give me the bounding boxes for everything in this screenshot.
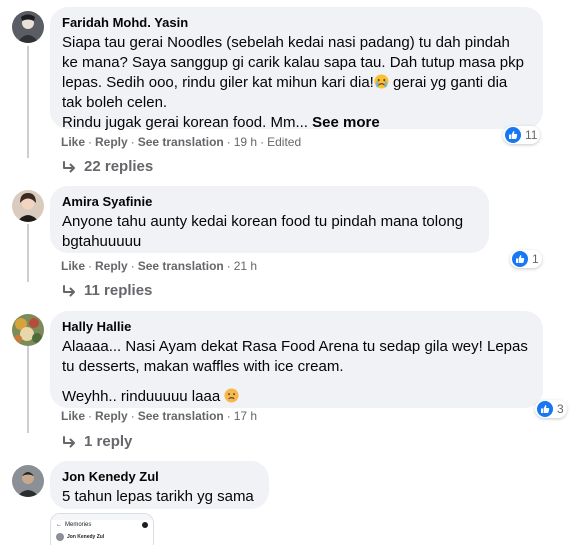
see-more-link[interactable]: See more	[312, 114, 380, 131]
reply-button[interactable]: Reply	[95, 259, 128, 273]
image-attachment[interactable]: ← Memories Jon Kenedy Zul	[50, 513, 154, 545]
comment-author[interactable]: Amira Syafinie	[62, 194, 477, 210]
comment-bubble: Jon Kenedy Zul 5 tahun lepas tarikh yg s…	[50, 461, 269, 509]
comment-actions: Like · Reply · See translation · 21 h	[61, 259, 258, 273]
reply-arrow-icon	[63, 436, 75, 448]
attachment-title: Memories	[65, 522, 92, 528]
comment-bubble: Hally Hallie Alaaaa... Nasi Ayam dekat R…	[50, 311, 543, 408]
like-button[interactable]: Like	[61, 409, 85, 423]
back-arrow-icon: ←	[56, 522, 62, 528]
view-replies-link[interactable]: 1 reply	[62, 432, 132, 452]
timestamp[interactable]: 21 h	[234, 259, 257, 273]
view-replies-link[interactable]: 22 replies	[62, 157, 153, 177]
sad-face-emoji	[224, 388, 239, 403]
comment-bubble: Faridah Mohd. Yasin Siapa tau gerai Nood…	[50, 7, 543, 131]
thread-line	[27, 224, 29, 282]
avatar[interactable]	[12, 465, 44, 497]
crying-face-emoji	[374, 74, 389, 89]
avatar[interactable]	[12, 190, 44, 222]
reaction-count[interactable]: 11	[503, 126, 541, 144]
comment-text: Siapa tau gerai Noodles (sebelah kedai n…	[62, 34, 524, 131]
comment-bubble: Amira Syafinie Anyone tahu aunty kedai k…	[50, 186, 489, 253]
like-button[interactable]: Like	[61, 259, 85, 273]
comment-text: 5 tahun lepas tarikh yg sama	[62, 488, 254, 505]
reply-arrow-icon	[63, 161, 75, 173]
reply-arrow-icon	[63, 285, 75, 297]
comment-actions: Like · Reply · See translation · 17 h	[61, 409, 258, 423]
reaction-count[interactable]: 1	[510, 250, 542, 268]
see-translation-link[interactable]: See translation	[138, 135, 224, 149]
comment-text: Alaaaa... Nasi Ayam dekat Rasa Food Aren…	[62, 338, 528, 405]
settings-icon	[142, 522, 148, 528]
timestamp[interactable]: 19 h	[234, 135, 257, 149]
comment-author[interactable]: Hally Hallie	[62, 319, 531, 335]
like-icon	[505, 127, 521, 143]
comment-author[interactable]: Faridah Mohd. Yasin	[62, 15, 531, 31]
avatar	[56, 533, 64, 541]
reply-button[interactable]: Reply	[95, 135, 128, 149]
comment-author[interactable]: Jon Kenedy Zul	[62, 469, 257, 485]
reply-button[interactable]: Reply	[95, 409, 128, 423]
comment-text: Anyone tahu aunty kedai korean food tu p…	[62, 213, 464, 250]
see-translation-link[interactable]: See translation	[138, 409, 224, 423]
edited-label: Edited	[267, 135, 302, 149]
thread-line	[27, 345, 29, 433]
avatar[interactable]	[12, 314, 44, 346]
reaction-count[interactable]: 3	[535, 400, 567, 418]
attachment-author: Jon Kenedy Zul	[67, 534, 105, 540]
comment-actions: Like · Reply · See translation · 19 h · Edited	[61, 135, 302, 149]
thread-line	[27, 46, 29, 158]
like-button[interactable]: Like	[61, 135, 85, 149]
view-replies-link[interactable]: 11 replies	[62, 281, 152, 301]
like-icon	[512, 251, 528, 267]
like-icon	[537, 401, 553, 417]
timestamp[interactable]: 17 h	[234, 409, 257, 423]
see-translation-link[interactable]: See translation	[138, 259, 224, 273]
avatar[interactable]	[12, 11, 44, 43]
